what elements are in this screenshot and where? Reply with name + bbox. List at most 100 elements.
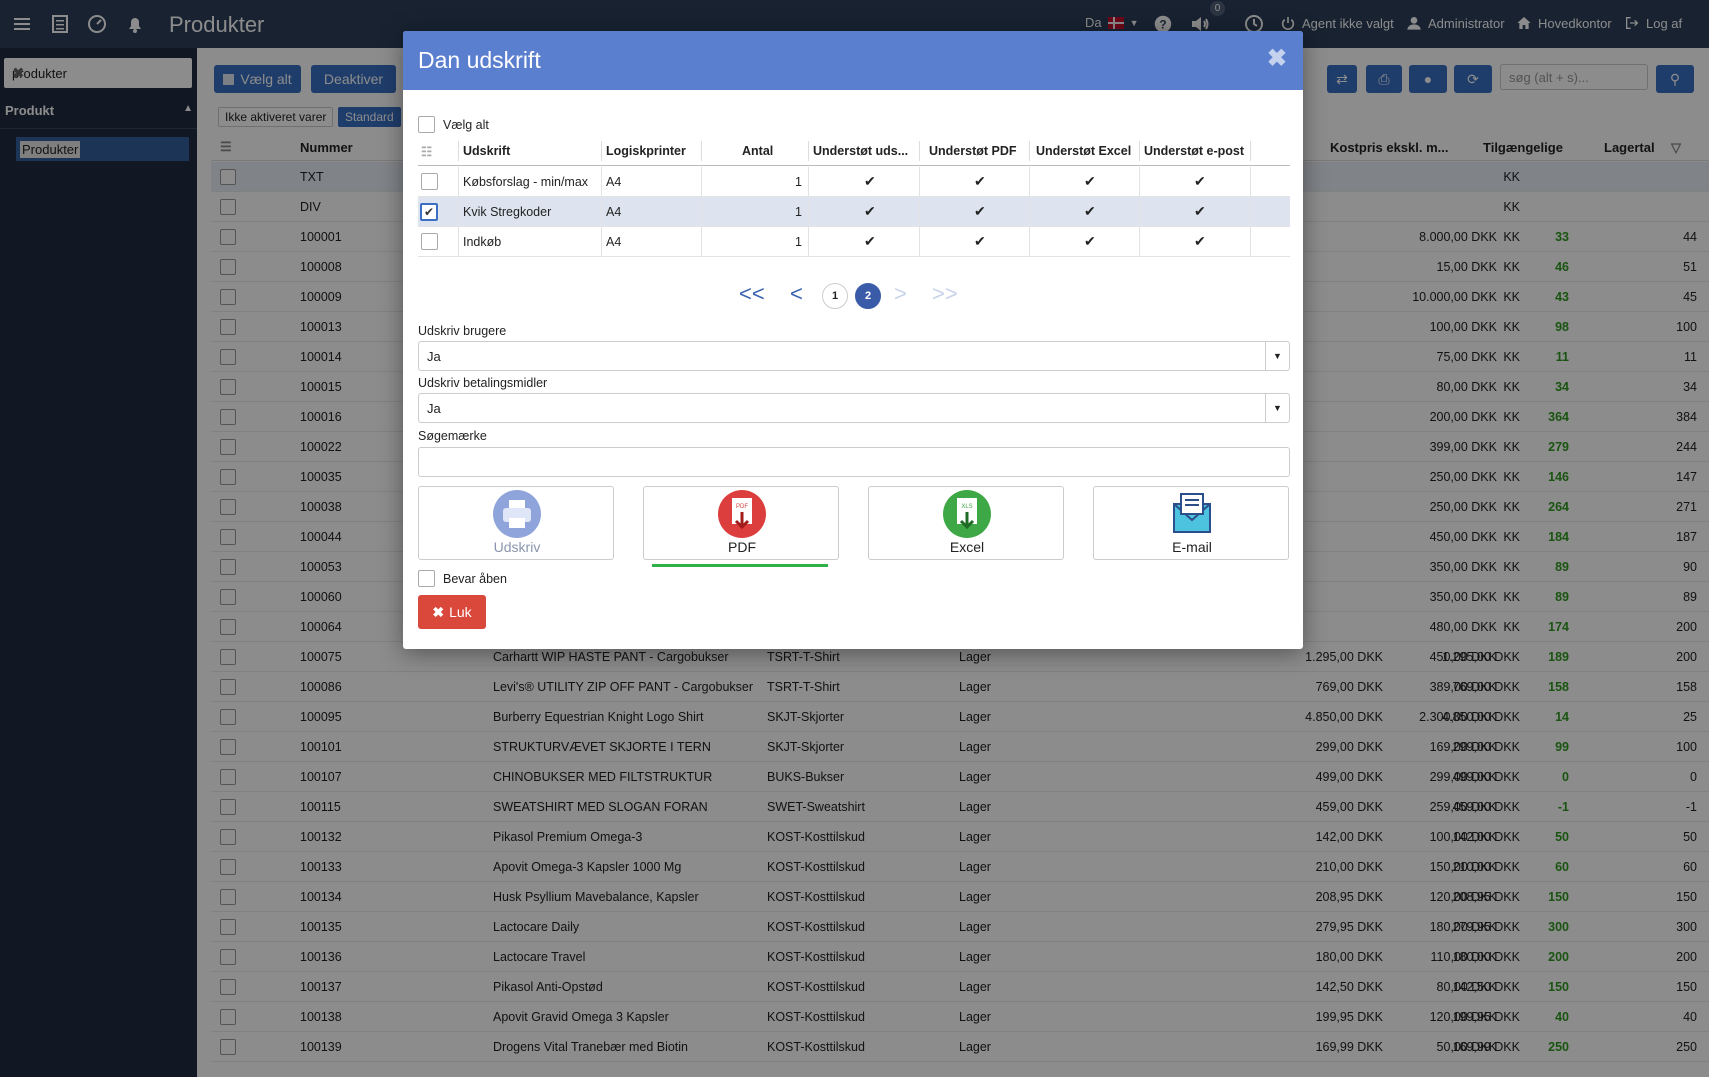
cell-count: 1 xyxy=(795,205,802,219)
cell-divider xyxy=(1029,227,1030,257)
tag-label: Søgemærke xyxy=(418,429,487,443)
cell-divider xyxy=(458,197,459,227)
users-label: Udskriv brugere xyxy=(418,324,507,338)
col-header-support-print[interactable]: Understøt uds... xyxy=(813,144,908,158)
check-icon: ✔ xyxy=(1084,173,1096,189)
cell-divider xyxy=(701,167,702,197)
check-icon: ✔ xyxy=(1084,203,1096,219)
print-action-button[interactable]: Udskriv xyxy=(418,486,614,560)
cell-divider xyxy=(919,167,920,197)
pager-page-2[interactable]: 2 xyxy=(855,283,881,309)
report-row[interactable]: Indkøb A4 1 ✔ ✔ ✔ ✔ xyxy=(418,227,1290,257)
check-icon: ✔ xyxy=(1194,233,1206,249)
row-checkbox[interactable]: ✔ xyxy=(420,203,438,221)
cell-divider xyxy=(701,197,702,227)
select-all-checkbox[interactable] xyxy=(418,116,435,133)
chevron-down-icon: ▼ xyxy=(1265,394,1289,422)
users-select-value: Ja xyxy=(427,349,441,364)
cell-printer: A4 xyxy=(606,235,622,249)
check-icon: ✔ xyxy=(1194,203,1206,219)
col-header-count[interactable]: Antal xyxy=(742,144,773,158)
cell-divider xyxy=(601,197,602,227)
pager-last: >> xyxy=(932,281,958,306)
check-icon: ✔ xyxy=(864,173,876,189)
keep-open-checkbox[interactable] xyxy=(418,570,435,587)
column-divider xyxy=(601,141,602,161)
excel-file-icon: XLS xyxy=(943,490,991,538)
cell-count: 1 xyxy=(795,235,802,249)
close-button-label: Luk xyxy=(449,604,472,620)
check-icon: ✔ xyxy=(974,173,986,189)
column-divider xyxy=(1029,141,1030,161)
cell-divider xyxy=(919,227,920,257)
cell-divider xyxy=(1139,167,1140,197)
check-icon: ✔ xyxy=(864,203,876,219)
col-header-udskrift[interactable]: Udskrift xyxy=(463,144,510,158)
printer-icon xyxy=(493,490,541,538)
check-icon: ✔ xyxy=(974,203,986,219)
pdf-action-button[interactable]: PDF PDF xyxy=(643,486,839,560)
cell-divider xyxy=(1139,227,1140,257)
pdf-file-icon: PDF xyxy=(718,490,766,538)
cell-divider xyxy=(808,227,809,257)
excel-action-button[interactable]: XLS Excel xyxy=(868,486,1064,560)
column-divider xyxy=(1250,141,1251,161)
cell-divider xyxy=(601,167,602,197)
cell-divider xyxy=(1029,167,1030,197)
cell-report-name: Indkøb xyxy=(463,235,502,249)
report-row[interactable]: ✔ Kvik Stregkoder A4 1 ✔ ✔ ✔ ✔ xyxy=(418,197,1290,227)
column-divider xyxy=(701,141,702,161)
cell-divider xyxy=(1029,197,1030,227)
pager-prev[interactable]: < xyxy=(790,281,803,307)
x-icon: ✖ xyxy=(432,603,445,620)
dialog-title: Dan udskrift xyxy=(418,47,541,73)
check-icon: ✔ xyxy=(864,233,876,249)
pager-next: > xyxy=(894,281,907,306)
close-button[interactable]: ✖ Luk xyxy=(418,595,486,629)
col-header-support-pdf[interactable]: Understøt PDF xyxy=(929,144,1017,158)
payment-label: Udskriv betalingsmidler xyxy=(418,376,548,390)
dialog-header: Dan udskrift ✖ xyxy=(403,31,1303,90)
cell-divider xyxy=(458,167,459,197)
print-action-label: Udskriv xyxy=(493,539,541,555)
excel-action-label: Excel xyxy=(949,539,985,555)
cell-report-name: Købsforslag - min/max xyxy=(463,175,589,189)
cell-divider xyxy=(1250,227,1251,257)
column-divider xyxy=(458,141,459,161)
row-checkbox[interactable] xyxy=(421,233,438,250)
pdf-progress-bar xyxy=(652,564,828,567)
col-header-printer[interactable]: Logiskprinter xyxy=(606,144,686,158)
cell-divider xyxy=(701,227,702,257)
col-header-support-excel[interactable]: Understøt Excel xyxy=(1036,144,1131,158)
pager-page-1[interactable]: 1 xyxy=(822,283,848,309)
column-divider xyxy=(919,141,920,161)
close-icon[interactable]: ✖ xyxy=(1267,44,1287,73)
cell-divider xyxy=(808,167,809,197)
report-table-header: ☷ Udskrift Logiskprinter Antal Understøt… xyxy=(418,136,1290,166)
column-divider xyxy=(808,141,809,161)
payment-select[interactable]: Ja ▼ xyxy=(418,393,1290,423)
cell-divider xyxy=(601,227,602,257)
report-row[interactable]: Købsforslag - min/max A4 1 ✔ ✔ ✔ ✔ xyxy=(418,167,1290,197)
email-action-button[interactable]: E-mail xyxy=(1093,486,1289,560)
users-select[interactable]: Ja ▼ xyxy=(418,341,1290,371)
tag-input[interactable] xyxy=(418,447,1290,477)
svg-text:XLS: XLS xyxy=(961,504,972,510)
row-checkbox[interactable] xyxy=(421,173,438,190)
col-header-support-email[interactable]: Understøt e-post xyxy=(1144,144,1244,158)
cell-printer: A4 xyxy=(606,205,622,219)
check-icon: ✔ xyxy=(1084,233,1096,249)
check-icon: ✔ xyxy=(1194,173,1206,189)
cell-divider xyxy=(1139,197,1140,227)
column-settings-icon[interactable]: ☷ xyxy=(421,144,432,159)
chevron-down-icon: ▼ xyxy=(1265,342,1289,370)
payment-select-value: Ja xyxy=(427,401,441,416)
cell-divider xyxy=(919,197,920,227)
cell-divider xyxy=(458,227,459,257)
pager-first[interactable]: << xyxy=(739,281,765,307)
check-icon: ✔ xyxy=(974,233,986,249)
cell-report-name: Kvik Stregkoder xyxy=(463,205,552,219)
email-icon xyxy=(1168,490,1216,538)
cell-printer: A4 xyxy=(606,175,622,189)
email-action-label: E-mail xyxy=(1172,539,1212,555)
